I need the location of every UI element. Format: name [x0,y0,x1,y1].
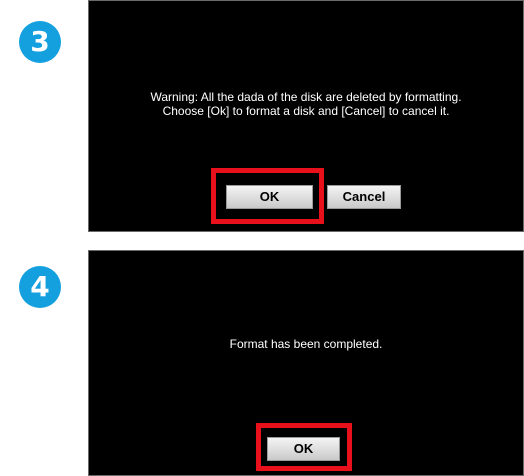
step-3-badge: 3 [19,21,61,63]
format-warning-dialog: Warning: All the dada of the disk are de… [88,0,524,232]
cancel-button[interactable]: Cancel [327,185,401,209]
warning-message-line-1: Warning: All the dada of the disk are de… [150,90,462,104]
warning-message: Warning: All the dada of the disk are de… [89,90,523,118]
format-complete-dialog: Format has been completed. OK [88,250,524,476]
step-4-badge: 4 [19,266,61,308]
ok-button-highlight [211,168,324,224]
warning-message-line-2: Choose [Ok] to format a disk and [Cancel… [162,104,450,118]
ok-button-highlight [256,423,352,471]
completion-message: Format has been completed. [229,337,383,351]
